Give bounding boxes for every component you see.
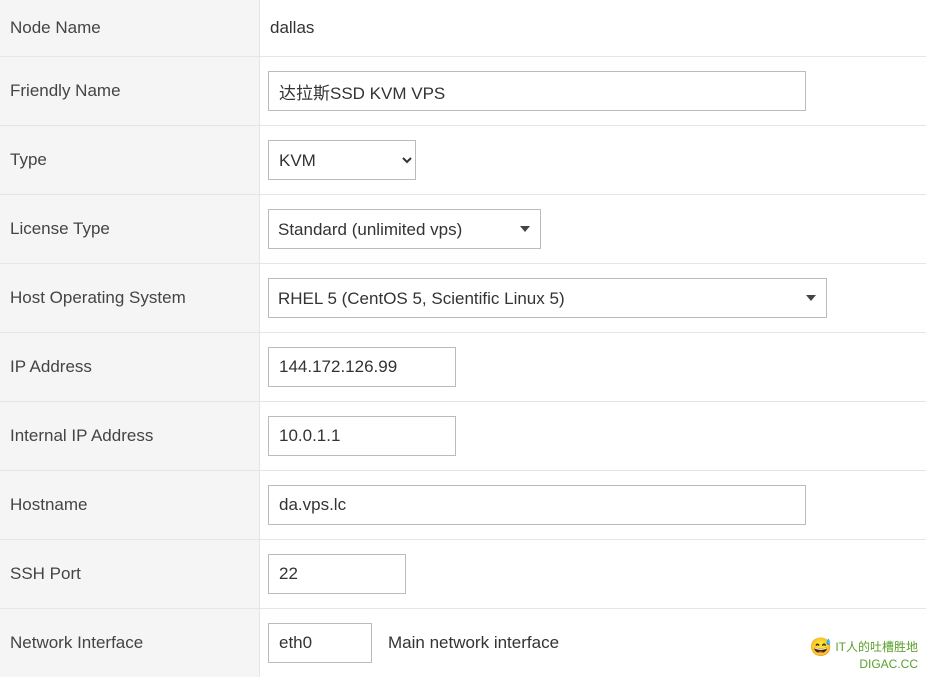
- hostname-input[interactable]: [268, 485, 806, 525]
- network-interface-hint: Main network interface: [388, 633, 559, 653]
- row-network-interface: Network Interface Main network interface: [0, 609, 926, 677]
- host-os-select[interactable]: RHEL 5 (CentOS 5, Scientific Linux 5): [268, 278, 827, 318]
- row-ssh-port: SSH Port: [0, 540, 926, 609]
- label-ip-address: IP Address: [0, 333, 260, 401]
- label-license-type: License Type: [0, 195, 260, 263]
- node-config-form: Node Name dallas Friendly Name Type KVM …: [0, 0, 926, 677]
- row-ip-address: IP Address: [0, 333, 926, 402]
- row-license-type: License Type Standard (unlimited vps): [0, 195, 926, 264]
- row-internal-ip: Internal IP Address: [0, 402, 926, 471]
- label-hostname: Hostname: [0, 471, 260, 539]
- ip-address-input[interactable]: [268, 347, 456, 387]
- label-node-name: Node Name: [0, 0, 260, 56]
- row-node-name: Node Name dallas: [0, 0, 926, 57]
- label-ssh-port: SSH Port: [0, 540, 260, 608]
- friendly-name-input[interactable]: [268, 71, 806, 111]
- internal-ip-input[interactable]: [268, 416, 456, 456]
- label-friendly-name: Friendly Name: [0, 57, 260, 125]
- label-internal-ip: Internal IP Address: [0, 402, 260, 470]
- ssh-port-input[interactable]: [268, 554, 406, 594]
- row-host-os: Host Operating System RHEL 5 (CentOS 5, …: [0, 264, 926, 333]
- row-type: Type KVM: [0, 126, 926, 195]
- label-type: Type: [0, 126, 260, 194]
- license-type-select[interactable]: Standard (unlimited vps): [268, 209, 541, 249]
- type-select[interactable]: KVM: [268, 140, 416, 180]
- network-interface-input[interactable]: [268, 623, 372, 663]
- value-node-name: dallas: [260, 0, 926, 56]
- row-hostname: Hostname: [0, 471, 926, 540]
- label-host-os: Host Operating System: [0, 264, 260, 332]
- label-network-interface: Network Interface: [0, 609, 260, 677]
- row-friendly-name: Friendly Name: [0, 57, 926, 126]
